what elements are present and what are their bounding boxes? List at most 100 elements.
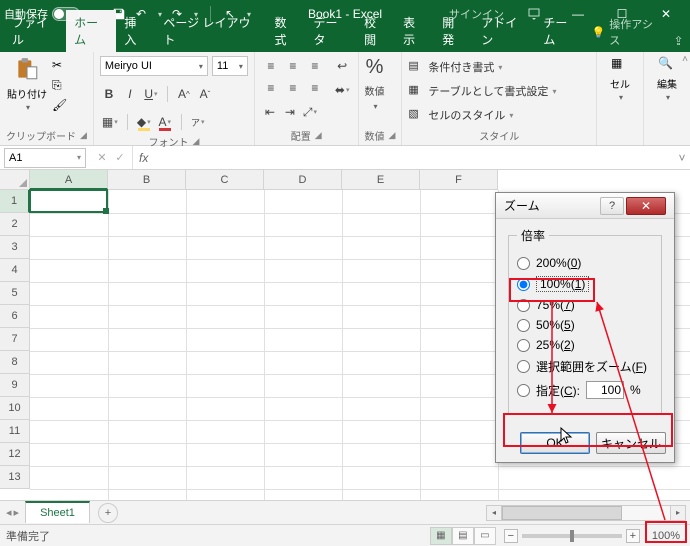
align-right-icon[interactable]: ≡ bbox=[305, 78, 325, 98]
fill-color-icon[interactable]: ◆▾ bbox=[135, 112, 153, 132]
dialog-cancel-button[interactable]: キャンセル bbox=[596, 432, 666, 454]
tab-team[interactable]: チーム bbox=[535, 10, 585, 52]
font-color-icon[interactable]: A▾ bbox=[156, 112, 174, 132]
dialog-launcher-icon[interactable]: ◢ bbox=[315, 130, 322, 141]
wrap-text-icon[interactable]: ↩ bbox=[333, 56, 352, 76]
tell-me[interactable]: 💡操作アシス bbox=[586, 16, 667, 52]
row-header[interactable]: 13 bbox=[0, 466, 30, 489]
sheet-nav-prev-icon[interactable]: ◂ bbox=[6, 506, 12, 519]
row-header[interactable]: 3 bbox=[0, 236, 30, 259]
conditional-formatting-button[interactable]: ▤条件付き書式▾ bbox=[408, 56, 556, 78]
zoom-out-icon[interactable]: − bbox=[504, 529, 518, 543]
sheet-tab[interactable]: Sheet1 bbox=[25, 501, 90, 523]
cancel-formula-icon[interactable]: ✕ bbox=[94, 151, 110, 164]
zoom-option-fit[interactable]: 選択範囲をズーム(F) bbox=[517, 358, 653, 375]
zoom-slider[interactable]: − + bbox=[504, 529, 640, 543]
border-icon[interactable]: ▦▾ bbox=[100, 112, 120, 132]
zoom-custom-input[interactable] bbox=[586, 381, 624, 399]
align-left-icon[interactable]: ≡ bbox=[261, 78, 281, 98]
scroll-left-icon[interactable]: ◂ bbox=[486, 505, 502, 521]
zoom-option-100[interactable]: 100%(1) bbox=[517, 276, 653, 292]
dialog-titlebar[interactable]: ズーム ? ✕ bbox=[496, 193, 674, 219]
tab-formulas[interactable]: 数式 bbox=[267, 10, 306, 52]
tab-addins[interactable]: アドイン bbox=[473, 10, 535, 52]
tab-page-layout[interactable]: ページ レイアウト bbox=[155, 10, 266, 52]
cells-button[interactable]: ▦ セル ▾ bbox=[603, 56, 637, 102]
zoom-option-75[interactable]: 75%(7) bbox=[517, 298, 653, 312]
format-painter-icon[interactable]: 🖌 bbox=[52, 98, 68, 114]
merge-icon[interactable]: ⬌▾ bbox=[333, 80, 352, 100]
page-layout-view-icon[interactable]: ▤ bbox=[452, 527, 474, 545]
fx-icon[interactable]: fx bbox=[133, 151, 154, 165]
row-header[interactable]: 2 bbox=[0, 213, 30, 236]
zoom-readout[interactable]: 100% bbox=[648, 528, 684, 544]
paste-button[interactable]: 貼り付け ▾ bbox=[6, 56, 48, 112]
tab-review[interactable]: 校閲 bbox=[356, 10, 395, 52]
format-as-table-button[interactable]: ▦テーブルとして書式設定▾ bbox=[408, 80, 556, 102]
row-header[interactable]: 10 bbox=[0, 397, 30, 420]
number-format-button[interactable]: % 数値 ▾ bbox=[365, 56, 385, 111]
row-header[interactable]: 9 bbox=[0, 374, 30, 397]
increase-font-icon[interactable]: A^ bbox=[175, 84, 193, 104]
zoom-in-icon[interactable]: + bbox=[626, 529, 640, 543]
scroll-right-icon[interactable]: ▸ bbox=[670, 505, 686, 521]
cell-styles-button[interactable]: ▧セルのスタイル▾ bbox=[408, 104, 556, 126]
align-center-icon[interactable]: ≡ bbox=[283, 78, 303, 98]
add-sheet-button[interactable]: + bbox=[98, 503, 118, 523]
row-header[interactable]: 1 bbox=[0, 190, 30, 213]
align-top-icon[interactable]: ≡ bbox=[261, 56, 281, 76]
tab-insert[interactable]: 挿入 bbox=[116, 10, 155, 52]
phonetic-icon[interactable]: ア▾ bbox=[189, 112, 207, 132]
dialog-ok-button[interactable]: OK bbox=[520, 432, 590, 454]
bold-button[interactable]: B bbox=[100, 84, 118, 104]
zoom-thumb[interactable] bbox=[570, 530, 574, 542]
increase-indent-icon[interactable]: ⇥ bbox=[281, 102, 299, 122]
normal-view-icon[interactable]: ▦ bbox=[430, 527, 452, 545]
col-header[interactable]: B bbox=[108, 170, 186, 190]
row-header[interactable]: 11 bbox=[0, 420, 30, 443]
collapse-ribbon-icon[interactable]: ˄ bbox=[682, 54, 688, 65]
row-header[interactable]: 4 bbox=[0, 259, 30, 282]
dialog-help-icon[interactable]: ? bbox=[600, 197, 624, 215]
sheet-nav-next-icon[interactable]: ▸ bbox=[14, 506, 20, 519]
scroll-thumb[interactable] bbox=[502, 506, 622, 520]
row-header[interactable]: 12 bbox=[0, 443, 30, 466]
decrease-indent-icon[interactable]: ⇤ bbox=[261, 102, 279, 122]
confirm-formula-icon[interactable]: ✓ bbox=[112, 151, 128, 164]
col-header[interactable]: D bbox=[264, 170, 342, 190]
col-header[interactable]: A bbox=[30, 170, 108, 190]
align-bottom-icon[interactable]: ≡ bbox=[305, 56, 325, 76]
horizontal-scrollbar[interactable]: ◂ ▸ bbox=[486, 505, 686, 521]
orientation-icon[interactable]: ⤢▾ bbox=[301, 102, 319, 122]
col-header[interactable]: F bbox=[420, 170, 498, 190]
row-header[interactable]: 5 bbox=[0, 282, 30, 305]
underline-button[interactable]: U▾ bbox=[142, 84, 160, 104]
col-header[interactable]: E bbox=[342, 170, 420, 190]
font-size-combo[interactable]: 11▾ bbox=[212, 56, 248, 76]
editing-button[interactable]: 🔍 編集 ▾ bbox=[650, 56, 684, 102]
italic-button[interactable]: I bbox=[121, 84, 139, 104]
font-name-combo[interactable]: Meiryo UI▾ bbox=[100, 56, 208, 76]
cut-icon[interactable]: ✂ bbox=[52, 58, 68, 74]
dialog-close-icon[interactable]: ✕ bbox=[626, 197, 666, 215]
zoom-option-200[interactable]: 200%(0) bbox=[517, 256, 653, 270]
dialog-launcher-icon[interactable]: ◢ bbox=[389, 130, 396, 141]
copy-icon[interactable]: ⎘ bbox=[52, 78, 68, 94]
align-middle-icon[interactable]: ≡ bbox=[283, 56, 303, 76]
zoom-option-25[interactable]: 25%(2) bbox=[517, 338, 653, 352]
name-box[interactable]: A1▾ bbox=[4, 148, 86, 168]
dialog-launcher-icon[interactable]: ◢ bbox=[192, 136, 199, 147]
active-cell[interactable] bbox=[29, 189, 108, 213]
row-header[interactable]: 7 bbox=[0, 328, 30, 351]
share-icon[interactable]: ⇪ bbox=[667, 34, 690, 52]
tab-developer[interactable]: 開発 bbox=[434, 10, 473, 52]
formula-input[interactable] bbox=[154, 148, 674, 168]
tab-data[interactable]: データ bbox=[306, 10, 357, 52]
zoom-option-custom[interactable]: 指定(C): % bbox=[517, 381, 653, 399]
page-break-view-icon[interactable]: ▭ bbox=[474, 527, 496, 545]
expand-formula-bar-icon[interactable]: ˅ bbox=[674, 151, 690, 165]
decrease-font-icon[interactable]: Aˇ bbox=[196, 84, 214, 104]
dialog-launcher-icon[interactable]: ◢ bbox=[80, 130, 87, 141]
zoom-option-50[interactable]: 50%(5) bbox=[517, 318, 653, 332]
tab-view[interactable]: 表示 bbox=[395, 10, 434, 52]
